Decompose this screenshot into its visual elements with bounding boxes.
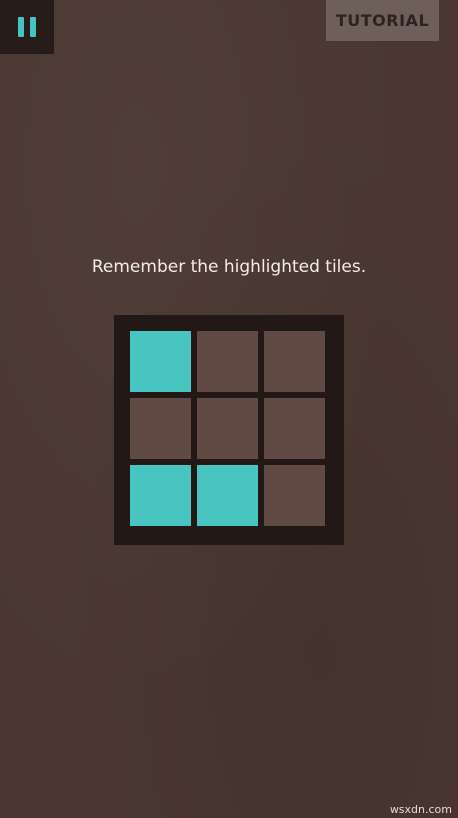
tutorial-button[interactable]: TUTORIAL [326, 0, 439, 41]
tile-r2-c2[interactable] [197, 398, 258, 459]
watermark-text: wsxdn.com [389, 803, 452, 816]
tile-r3-c3[interactable] [264, 465, 325, 526]
tile-grid [114, 315, 344, 545]
tile-r2-c3[interactable] [264, 398, 325, 459]
tile-r2-c1[interactable] [130, 398, 191, 459]
instruction-text: Remember the highlighted tiles. [91, 257, 367, 277]
tile-r1-c1[interactable] [130, 331, 191, 392]
tile-r3-c1[interactable] [130, 465, 191, 526]
pause-button[interactable] [0, 0, 54, 54]
tile-r1-c2[interactable] [197, 331, 258, 392]
tile-r3-c2[interactable] [197, 465, 258, 526]
pause-icon [18, 17, 36, 37]
tile-r1-c3[interactable] [264, 331, 325, 392]
